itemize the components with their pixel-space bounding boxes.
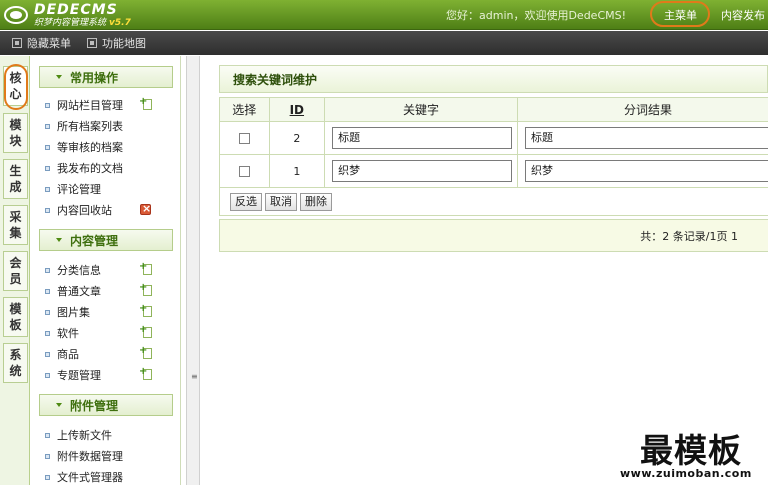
menu-item-channel-manage[interactable]: 网站栏目管理 bbox=[45, 97, 123, 113]
function-map-icon bbox=[87, 38, 97, 48]
hide-menu-label: 隐藏菜单 bbox=[27, 37, 71, 50]
function-map-button[interactable]: 功能地图 bbox=[87, 35, 146, 51]
row-id: 1 bbox=[268, 154, 326, 188]
menu-item-topics[interactable]: 专题管理 bbox=[45, 367, 101, 383]
logo-mark-icon bbox=[4, 3, 28, 27]
bullet-icon bbox=[45, 309, 50, 315]
menu-item-pending-archives[interactable]: 等审核的档案 bbox=[45, 139, 123, 155]
bullet-icon bbox=[45, 453, 50, 459]
table-header-row: 选择 ID 关键字 分词结果 bbox=[219, 97, 768, 122]
bullet-icon bbox=[45, 123, 50, 129]
bullet-icon bbox=[45, 267, 50, 273]
clear-recycle-icon[interactable] bbox=[140, 202, 151, 215]
invert-select-button[interactable]: 反选 bbox=[230, 192, 262, 211]
page-title: 搜索关键词维护 bbox=[219, 65, 768, 93]
tab-collect[interactable]: 采集 bbox=[3, 205, 28, 245]
hide-menu-icon bbox=[12, 38, 22, 48]
tab-system[interactable]: 系统 bbox=[3, 343, 28, 383]
column-header-id[interactable]: ID bbox=[268, 97, 326, 122]
splitter-grip-icon: ≡ bbox=[191, 372, 198, 381]
content-publish-link[interactable]: 内容发布 bbox=[721, 7, 765, 23]
collapse-arrow-icon bbox=[56, 403, 62, 407]
top-header: DEDECMS 织梦内容管理系统 v5.7 您好：admin，欢迎使用DedeCM… bbox=[0, 0, 768, 30]
collapse-arrow-icon bbox=[56, 75, 62, 79]
watermark-text: 最模板 bbox=[640, 431, 742, 470]
welcome-text: 您好：admin，欢迎使用DedeCMS! bbox=[446, 9, 627, 22]
add-topic-icon[interactable] bbox=[139, 366, 152, 380]
delete-button[interactable]: 删除 bbox=[300, 192, 332, 211]
add-article-icon[interactable] bbox=[139, 282, 152, 296]
sub-toolbar: 隐藏菜单 功能地图 bbox=[0, 31, 768, 55]
bullet-icon bbox=[45, 102, 50, 108]
row-id: 2 bbox=[268, 121, 326, 155]
logo-version: v5.7 bbox=[109, 17, 131, 28]
menu-item-upload-file[interactable]: 上传新文件 bbox=[45, 427, 112, 443]
logo-subtitle: 织梦内容管理系统 bbox=[34, 17, 107, 28]
menu-splitter[interactable]: ≡ bbox=[186, 56, 200, 485]
add-image-set-icon[interactable] bbox=[139, 303, 152, 317]
side-menu: 常用操作 网站栏目管理 所有档案列表 等审核的档案 我发布的文档 评论管理 内容… bbox=[31, 56, 181, 485]
bullet-icon bbox=[45, 165, 50, 171]
logo-brand: DEDECMS bbox=[34, 1, 118, 18]
menu-item-attachment-data[interactable]: 附件数据管理 bbox=[45, 448, 123, 464]
bullet-icon bbox=[45, 288, 50, 294]
tab-generate[interactable]: 生成 bbox=[3, 159, 28, 199]
menu-section-common[interactable]: 常用操作 bbox=[39, 66, 173, 88]
menu-item-comments[interactable]: 评论管理 bbox=[45, 181, 101, 197]
keyword-input[interactable]: 织梦 bbox=[332, 160, 513, 182]
bullet-icon bbox=[45, 186, 50, 192]
record-count: 共：2 条记录/1页 1 bbox=[640, 229, 738, 243]
action-bar: 反选 取消 删除 bbox=[219, 188, 768, 216]
watermark: 最模板 www.zuimoban.com bbox=[612, 424, 768, 485]
menu-item-classified[interactable]: 分类信息 bbox=[45, 262, 101, 278]
result-input[interactable]: 织梦 bbox=[525, 160, 768, 182]
menu-item-all-archives[interactable]: 所有档案列表 bbox=[45, 118, 123, 134]
menu-item-recycle-bin[interactable]: 内容回收站 bbox=[45, 202, 112, 218]
core-tab-highlight-ring bbox=[4, 64, 28, 110]
column-header-keyword: 关键字 bbox=[324, 97, 519, 122]
logo: DEDECMS 织梦内容管理系统 v5.7 bbox=[4, 1, 131, 29]
bullet-icon bbox=[45, 432, 50, 438]
watermark-url: www.zuimoban.com bbox=[620, 467, 752, 480]
function-map-label: 功能地图 bbox=[102, 37, 146, 50]
column-header-select: 选择 bbox=[219, 97, 270, 122]
table-row: 2 标题 标题 bbox=[219, 121, 768, 155]
add-classified-icon[interactable] bbox=[139, 261, 152, 275]
vertical-tab-bar: 核心 模块 生成 采集 会员 模板 系统 bbox=[0, 56, 30, 485]
collapse-arrow-icon bbox=[56, 238, 62, 242]
row-checkbox[interactable] bbox=[238, 166, 250, 177]
result-input[interactable]: 标题 bbox=[525, 127, 768, 149]
menu-item-products[interactable]: 商品 bbox=[45, 346, 79, 362]
keyword-table: 选择 ID 关键字 分词结果 2 标题 标题 1 织梦 织梦 bbox=[219, 97, 768, 188]
add-product-icon[interactable] bbox=[139, 345, 152, 359]
menu-item-file-manager[interactable]: 文件式管理器 bbox=[45, 469, 123, 485]
tab-template[interactable]: 模板 bbox=[3, 297, 28, 337]
menu-item-software[interactable]: 软件 bbox=[45, 325, 79, 341]
menu-item-articles[interactable]: 普通文章 bbox=[45, 283, 101, 299]
cancel-button[interactable]: 取消 bbox=[265, 192, 297, 211]
tab-module[interactable]: 模块 bbox=[3, 113, 28, 153]
menu-item-image-sets[interactable]: 图片集 bbox=[45, 304, 90, 320]
bullet-icon bbox=[45, 144, 50, 150]
bullet-icon bbox=[45, 474, 50, 480]
bullet-icon bbox=[45, 351, 50, 357]
main-menu-link[interactable]: 主菜单 bbox=[664, 7, 697, 23]
menu-item-my-documents[interactable]: 我发布的文档 bbox=[45, 160, 123, 176]
hide-menu-button[interactable]: 隐藏菜单 bbox=[12, 35, 71, 51]
column-header-result: 分词结果 bbox=[517, 97, 768, 122]
bullet-icon bbox=[45, 330, 50, 336]
add-channel-icon[interactable] bbox=[139, 96, 152, 110]
bullet-icon bbox=[45, 372, 50, 378]
menu-section-attachments[interactable]: 附件管理 bbox=[39, 394, 173, 416]
bullet-icon bbox=[45, 207, 50, 213]
table-row: 1 织梦 织梦 bbox=[219, 154, 768, 188]
pagination-bar: 共：2 条记录/1页 1 bbox=[219, 219, 768, 252]
add-software-icon[interactable] bbox=[139, 324, 152, 338]
tab-member[interactable]: 会员 bbox=[3, 251, 28, 291]
row-checkbox[interactable] bbox=[238, 133, 250, 144]
keyword-input[interactable]: 标题 bbox=[332, 127, 513, 149]
main-content: 搜索关键词维护 选择 ID 关键字 分词结果 2 标题 标题 1 织梦 织梦 反… bbox=[219, 65, 768, 252]
menu-section-content[interactable]: 内容管理 bbox=[39, 229, 173, 251]
